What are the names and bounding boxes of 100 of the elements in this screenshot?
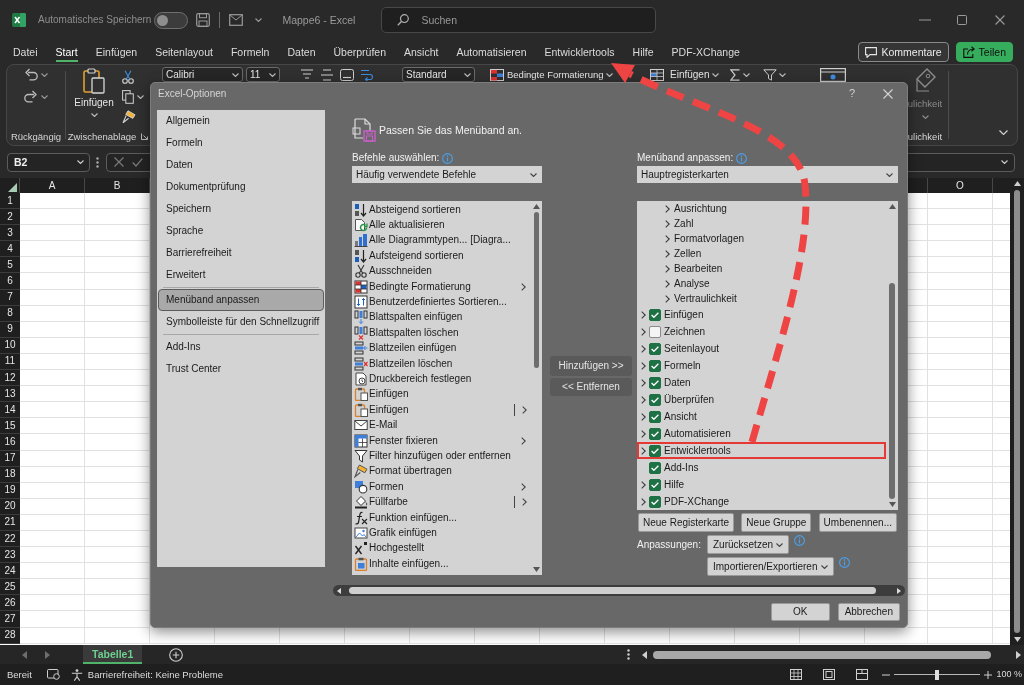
tree-item[interactable]: Vertraulichkeit (674, 292, 737, 305)
sheet-cell[interactable] (85, 434, 150, 451)
row-header[interactable]: 25 (0, 579, 20, 596)
dropdown-button[interactable]: Zurücksetzen (707, 535, 790, 554)
sheet-cell[interactable] (20, 579, 85, 596)
scroll-down-icon[interactable] (888, 502, 896, 507)
sheet-cell[interactable] (85, 386, 150, 403)
align-bottom-icon[interactable] (340, 68, 354, 81)
sheet-cell[interactable] (85, 209, 150, 226)
caret-down-icon[interactable] (269, 72, 276, 77)
tree-item[interactable]: Entwicklertools (664, 444, 731, 457)
tree-item[interactable]: Formatvorlagen (674, 232, 745, 245)
sheet-cell[interactable] (908, 193, 928, 210)
email-icon[interactable] (229, 14, 244, 26)
scroll-right-icon[interactable] (1016, 650, 1021, 659)
tree-item[interactable]: Daten (664, 376, 691, 389)
options-nav-item[interactable]: Sprache (158, 220, 324, 242)
sheet-cell[interactable] (908, 209, 928, 226)
sheet-cell[interactable] (85, 418, 150, 435)
row-header[interactable]: 2 (0, 209, 20, 226)
command-item[interactable]: Funktion einfügen... (369, 511, 457, 524)
move-button[interactable]: Hinzufügen >> (550, 356, 632, 376)
sheet-cell[interactable] (928, 418, 993, 435)
row-header[interactable]: 5 (0, 257, 20, 274)
autosave-toggle[interactable] (154, 11, 189, 29)
font-size-field[interactable]: 11 (246, 67, 280, 82)
options-nav-item[interactable]: Speichern (158, 198, 324, 220)
row-header[interactable]: 1 (0, 193, 20, 210)
sheet-cell[interactable] (928, 402, 993, 419)
sheet-cell[interactable] (928, 611, 993, 628)
chevron-right-icon[interactable] (641, 446, 646, 455)
command-item[interactable]: Blattspalten einfügen (369, 311, 463, 324)
tag-icon[interactable] (914, 68, 936, 92)
command-item[interactable]: Alle Diagrammtypen... [Diagra... (369, 234, 511, 247)
command-item[interactable]: Formen (369, 480, 404, 493)
command-item[interactable]: Bedingte Formatierung (369, 280, 471, 293)
checkbox[interactable] (649, 427, 661, 440)
ribbon-tab[interactable]: Seitenlayout (155, 42, 213, 62)
chevron-right-icon[interactable] (641, 395, 646, 404)
sheet-cell[interactable] (928, 257, 993, 274)
sheet-cell[interactable] (85, 273, 150, 290)
command-item[interactable]: Filter hinzufügen oder entfernen (369, 449, 511, 462)
tree-action-button[interactable]: Neue Registerkarte (638, 513, 735, 532)
info-icon[interactable] (442, 152, 454, 164)
sheet-cell[interactable] (928, 273, 993, 290)
dialog-button[interactable]: Abbrechen (837, 603, 900, 621)
font-name-field[interactable]: Calibri (162, 67, 243, 82)
chevron-right-icon[interactable] (641, 412, 646, 421)
sheet-cell[interactable] (908, 225, 928, 242)
add-sheet-icon[interactable] (169, 647, 184, 662)
caret-down-icon[interactable] (886, 172, 893, 177)
page-layout-icon[interactable] (823, 669, 836, 680)
search-field[interactable]: Suchen (381, 7, 657, 33)
sheet-cell[interactable] (85, 595, 150, 612)
chevron-right-icon[interactable] (641, 327, 646, 336)
command-item[interactable]: Druckbereich festlegen (369, 373, 472, 385)
sheet-cell[interactable] (20, 209, 85, 226)
checkbox[interactable] (649, 495, 661, 508)
tree-action-button[interactable]: Umbenennen... (818, 513, 897, 532)
copy-icon[interactable] (122, 90, 134, 104)
sheet-cell[interactable] (85, 579, 150, 596)
scroll-right-icon[interactable] (897, 587, 901, 594)
sheet-cell[interactable] (20, 611, 85, 628)
sheet-cell[interactable] (20, 563, 85, 580)
chevron-right-icon[interactable] (665, 249, 670, 258)
comments-button[interactable]: Kommentare (858, 42, 949, 62)
sheet-cell[interactable] (908, 434, 928, 451)
checkbox[interactable] (649, 410, 661, 423)
command-item[interactable]: Füllfarbe (369, 496, 408, 509)
row-header[interactable]: 14 (0, 402, 20, 419)
options-nav-item[interactable]: Formeln (158, 132, 324, 154)
sheet-cell[interactable] (908, 241, 928, 258)
row-header[interactable]: 27 (0, 611, 20, 628)
command-item[interactable]: E-Mail (369, 419, 398, 432)
row-header[interactable]: 12 (0, 370, 20, 387)
ribbon-tab[interactable]: Entwicklertools (544, 42, 615, 62)
sheet-cell[interactable] (20, 257, 85, 274)
sheet-cell[interactable] (908, 547, 928, 564)
close-icon[interactable] (883, 88, 893, 99)
chevron-right-icon[interactable] (665, 234, 670, 243)
ribbon-tab[interactable]: Einfügen (95, 42, 138, 62)
checkbox[interactable] (649, 478, 661, 491)
row-header[interactable]: 4 (0, 241, 20, 258)
tree-item[interactable]: Analyse (674, 277, 710, 290)
ribbon-tab[interactable]: Überprüfen (333, 42, 387, 62)
chevron-right-icon[interactable] (641, 378, 646, 387)
cancel-icon[interactable] (114, 157, 124, 167)
redo-icon[interactable] (24, 90, 38, 104)
scroll-down-icon[interactable] (1013, 637, 1021, 642)
caret-down-icon[interactable] (255, 18, 263, 22)
collapse-ribbon-icon[interactable] (999, 130, 1008, 135)
scrollbar-thumb[interactable] (653, 650, 991, 659)
row-header[interactable]: 15 (0, 418, 20, 435)
sheet-cell[interactable] (908, 563, 928, 580)
normal-view-icon[interactable] (790, 669, 803, 680)
scroll-up-icon[interactable] (888, 204, 896, 209)
tree-item[interactable]: Überprüfen (664, 393, 715, 406)
chevron-right-icon[interactable] (641, 361, 646, 370)
tree-action-button[interactable]: Neue Gruppe (741, 513, 812, 532)
sheet-cell[interactable] (20, 241, 85, 258)
